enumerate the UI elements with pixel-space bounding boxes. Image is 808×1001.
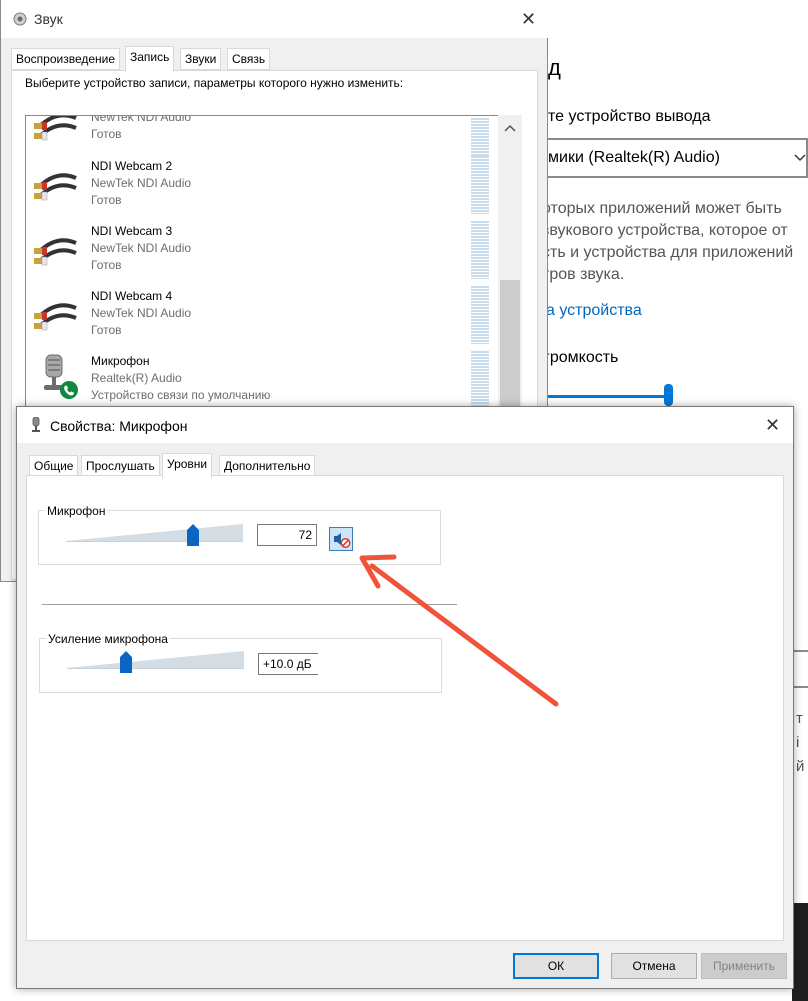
annotation-arrow bbox=[359, 554, 559, 707]
tab-levels[interactable]: Уровни bbox=[162, 453, 213, 479]
tab-recording[interactable]: Запись bbox=[125, 46, 175, 72]
